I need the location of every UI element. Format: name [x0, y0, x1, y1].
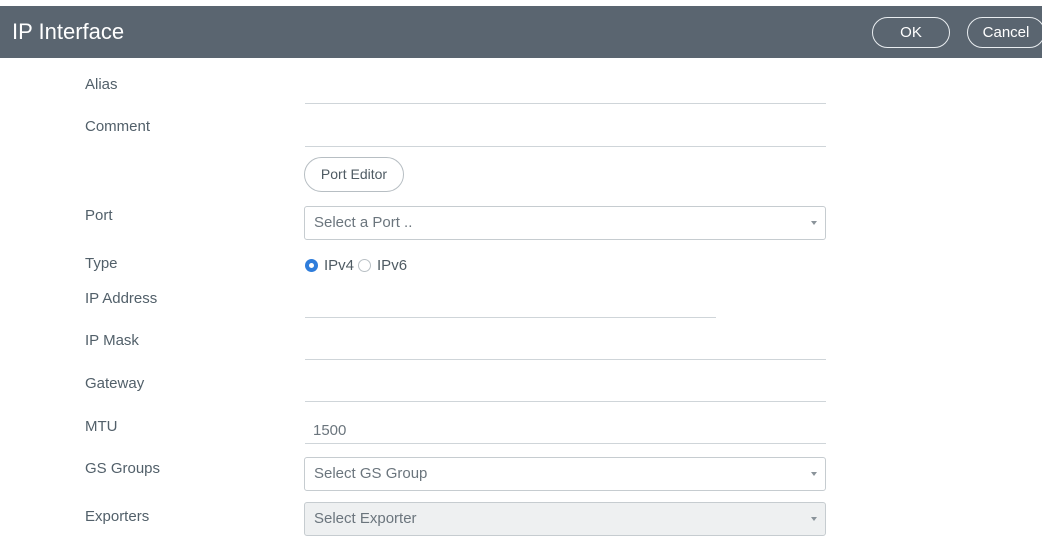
exporters-select[interactable]: Select Exporter	[304, 502, 826, 536]
gateway-input[interactable]	[305, 378, 826, 402]
ipv6-radio[interactable]	[358, 258, 372, 272]
page-title: IP Interface	[12, 19, 125, 44]
mtu-label: MTU	[85, 418, 118, 435]
gateway-label: Gateway	[85, 375, 145, 392]
port-editor-button[interactable]: Port Editor	[304, 157, 404, 192]
port-label: Port	[85, 207, 113, 224]
chevron-down-icon	[811, 221, 817, 225]
ipv4-radio[interactable]	[305, 258, 318, 272]
exporters-label: Exporters	[85, 508, 150, 525]
header-bar: IP Interface OK Cancel	[0, 6, 1042, 58]
cancel-button[interactable]: Cancel	[967, 17, 1042, 48]
port-select-placeholder: Select a Port ..	[314, 214, 413, 231]
comment-label: Comment	[85, 118, 151, 135]
gs-groups-select-placeholder: Select GS Group	[314, 465, 428, 482]
ip-mask-label: IP Mask	[85, 332, 139, 349]
alias-label: Alias	[85, 76, 118, 93]
ok-button[interactable]: OK	[872, 17, 950, 48]
gs-groups-select[interactable]: Select GS Group	[304, 457, 826, 491]
port-select[interactable]: Select a Port ..	[304, 206, 826, 240]
type-radio-group: IPv4 IPv6	[305, 256, 411, 274]
ip-mask-input[interactable]	[305, 336, 826, 360]
exporters-select-placeholder: Select Exporter	[314, 510, 417, 527]
chevron-down-icon	[811, 517, 817, 521]
type-label: Type	[85, 255, 118, 272]
ipv4-radio-label[interactable]: IPv4	[324, 257, 354, 274]
ipv6-radio-label[interactable]: IPv6	[377, 257, 407, 274]
mtu-input[interactable]: 1500	[305, 420, 826, 444]
gs-groups-label: GS Groups	[85, 460, 161, 477]
comment-input[interactable]	[305, 123, 826, 147]
chevron-down-icon	[811, 472, 817, 476]
ip-address-label: IP Address	[85, 290, 158, 307]
alias-input[interactable]	[305, 80, 826, 104]
ip-address-input[interactable]	[305, 294, 716, 318]
